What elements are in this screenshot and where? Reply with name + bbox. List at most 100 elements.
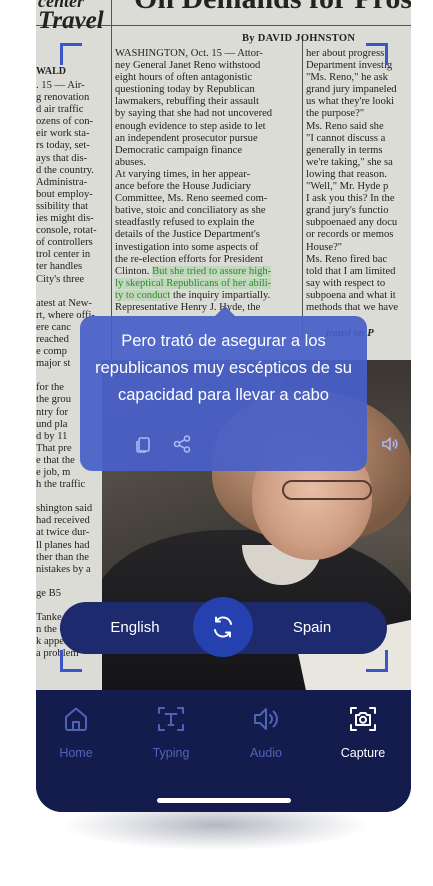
article-line: told that I am limited xyxy=(306,265,396,277)
article-line: we're taking," she sa xyxy=(306,156,393,168)
article-column-right: her about progress Department investig "Ms… xyxy=(306,48,411,333)
article-line: say with respect to xyxy=(306,277,386,289)
article-line: h the traffic xyxy=(36,479,86,491)
article-line: subpoena and what it xyxy=(306,289,396,301)
nav-label-typing: Typing xyxy=(152,746,190,760)
article-line: lowing that reason. xyxy=(306,168,387,180)
article-line: . 15 — Air- xyxy=(36,80,85,91)
article-highlight-line-3: ty to conduct the inquiry impartially. xyxy=(115,289,299,302)
scan-corner-top-right[interactable] xyxy=(366,43,388,65)
article-line: rs today, set- xyxy=(36,140,90,152)
article-line: At varying times, in her appear- xyxy=(115,168,251,180)
article-line xyxy=(36,491,108,503)
article-line: Department investig xyxy=(306,60,393,72)
article-line: console, rotat- xyxy=(36,225,97,237)
article-line: ge B5 xyxy=(36,587,62,599)
target-language-button[interactable]: Spain xyxy=(237,602,387,654)
left-author: WALD xyxy=(36,66,67,77)
translation-text: Pero trató de asegurar a los republicano… xyxy=(95,332,352,404)
article-line: her about progress xyxy=(306,48,385,59)
article-line: Democratic campaign finance xyxy=(115,144,243,156)
article-line: "I cannot discuss a xyxy=(306,132,386,144)
nav-label-capture: Capture xyxy=(340,746,386,760)
typing-icon xyxy=(156,704,186,734)
article-line: lawmakers, rebuffing their assault xyxy=(115,96,259,108)
article-line: steadfastly refused to explain the xyxy=(115,217,255,229)
article-highlight-line-1: Clinton. But she tried to assure high- xyxy=(115,265,299,278)
article-line: d the country. xyxy=(36,164,94,176)
article-last-line: Representative Henry J. Hyde, the xyxy=(115,301,261,313)
article-line: ays that dis- xyxy=(36,152,88,164)
article-line: or records or memos xyxy=(306,229,394,241)
article-text: the inquiry impartially. xyxy=(170,289,271,301)
headline-main: On Demands for Pros xyxy=(134,0,411,16)
article-line: us what they're looki xyxy=(306,96,395,108)
camera-scan-icon xyxy=(348,704,378,734)
article-line: grand jury's functio xyxy=(306,205,389,217)
bottom-navigation: Home Typing Audio Capture xyxy=(36,690,411,812)
article-line xyxy=(36,576,108,588)
byline: By DAVID JOHNSTON xyxy=(242,33,356,44)
nav-item-capture[interactable]: Capture xyxy=(323,704,403,760)
article-line: ter handles xyxy=(36,261,83,273)
article-line: ies might dis- xyxy=(36,213,94,225)
nav-item-typing[interactable]: Typing xyxy=(131,704,211,760)
translation-popup: Pero trató de asegurar a los republicano… xyxy=(80,306,398,471)
highlighted-text: But she tried to assure high- xyxy=(152,265,272,277)
article-line: had received xyxy=(36,515,90,527)
article-line: nistakes by a xyxy=(36,563,91,575)
article-line: "Ms. Reno," he ask xyxy=(306,72,388,84)
share-icon[interactable] xyxy=(172,434,192,454)
column-rule-right xyxy=(302,40,303,340)
article-line: an independent prosecutor pursue xyxy=(115,132,258,144)
article-text: Clinton. xyxy=(115,265,153,277)
article-line: atest at New- xyxy=(36,297,92,309)
speaker-icon xyxy=(251,704,281,734)
article-line: g renovation xyxy=(36,92,90,104)
article-line: Ms. Reno fired bac xyxy=(306,253,388,265)
swap-languages-button[interactable] xyxy=(193,597,253,657)
article-line: eir work sta- xyxy=(36,128,90,140)
article-line: ll planes had xyxy=(36,539,90,551)
scan-corner-top-left[interactable] xyxy=(60,43,82,65)
article-line: abuses. xyxy=(115,156,146,168)
article-body: ney General Janet Reno withstood eight ho… xyxy=(115,60,299,266)
article-line: Ms. Reno said she xyxy=(306,120,384,132)
article-line: House?" xyxy=(306,241,343,253)
article-line: generally in terms xyxy=(306,144,383,156)
article-line: subpoenaed any docu xyxy=(306,217,398,229)
nav-label-audio: Audio xyxy=(250,746,282,760)
article-line: d air traffic xyxy=(36,104,84,116)
highlighted-text: ty to conduct xyxy=(115,289,171,301)
article-line: City's three xyxy=(36,273,85,285)
nav-label-home: Home xyxy=(59,746,93,760)
article-line: at twice dur- xyxy=(36,527,90,539)
article-line: I ask you this? In the xyxy=(306,193,395,205)
article-line: Administra- xyxy=(36,176,88,188)
article-column-middle: WASHINGTON, Oct. 15 — Attor- ney General… xyxy=(115,48,299,348)
copy-icon[interactable] xyxy=(133,434,153,454)
nav-item-audio[interactable]: Audio xyxy=(226,704,306,760)
article-line: Committee, Ms. Reno seemed com- xyxy=(115,193,268,205)
home-icon xyxy=(61,704,91,734)
article-dateline: WASHINGTON, Oct. 15 — Attor- xyxy=(115,48,263,59)
article-line: the purpose?" xyxy=(306,108,365,120)
app-screen: center Travel On Demands for Pros By DAV… xyxy=(36,0,411,812)
speaker-icon[interactable] xyxy=(380,434,400,454)
home-indicator[interactable] xyxy=(157,798,291,803)
article-line: enough evidence to step aside to let xyxy=(115,120,266,132)
article-line: details of the Justice Department's xyxy=(115,229,260,241)
article-line: bative, stoic and conciliatory as she xyxy=(115,205,266,217)
headline-left-text: Travel xyxy=(38,7,104,34)
article-line: ance before the House Judiciary xyxy=(115,181,251,193)
article-line: ney General Janet Reno withstood xyxy=(115,60,261,72)
article-line: the re-election efforts for President xyxy=(115,253,264,265)
article-line: questioning today by Republican xyxy=(115,84,255,96)
article-line: by saying that she had not uncovered xyxy=(115,108,273,120)
article-line: "Well," Mr. Hyde p xyxy=(306,181,389,193)
article-line: trol center in xyxy=(36,249,91,261)
article-line: of controllers xyxy=(36,237,93,249)
source-language-button[interactable]: English xyxy=(60,602,210,654)
headline-left: center Travel xyxy=(38,0,104,34)
nav-item-home[interactable]: Home xyxy=(36,704,116,760)
